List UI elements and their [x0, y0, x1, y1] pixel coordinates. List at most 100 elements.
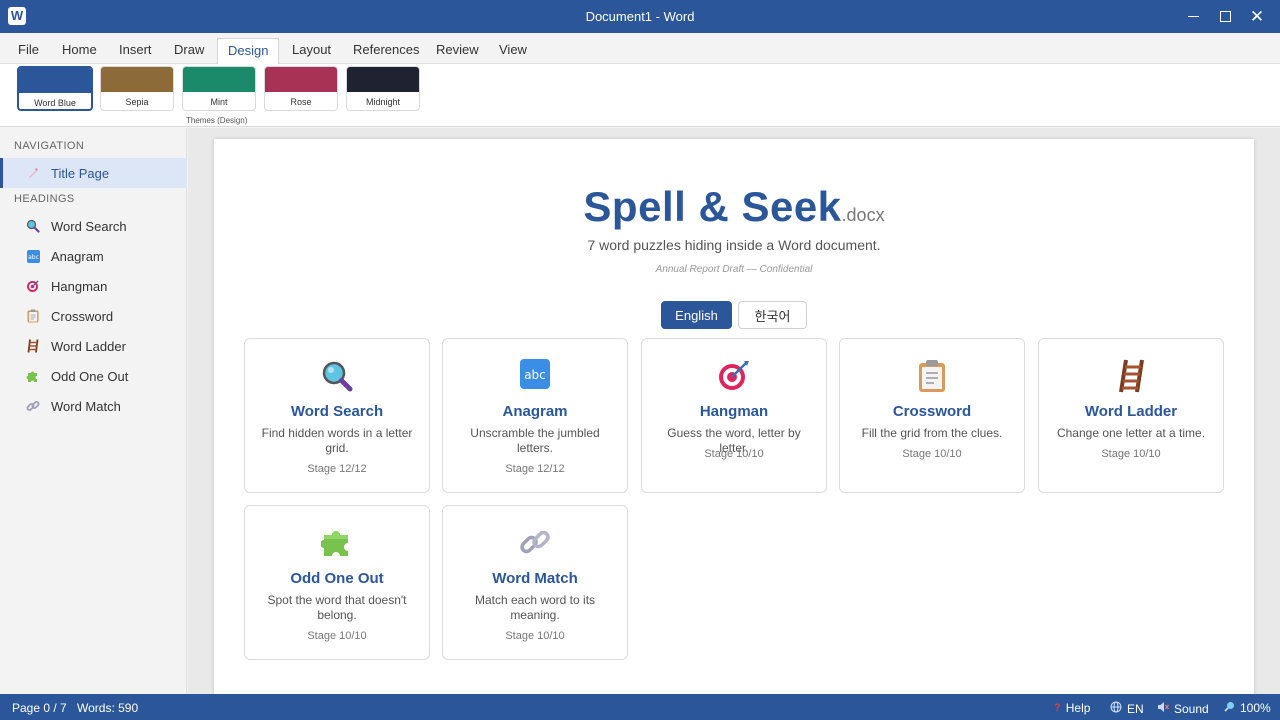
sidebar-item-word-ladder[interactable]: Word Ladder	[0, 331, 187, 361]
clipboard-icon	[26, 309, 40, 323]
minimize-button[interactable]	[1176, 0, 1210, 33]
ribbon: Word Blue Sepia Mint Rose Midnight Theme…	[0, 64, 1280, 127]
card-stage: Stage 10/10	[902, 448, 962, 460]
ladder-icon	[26, 339, 40, 353]
card-title: Anagram	[502, 403, 568, 420]
card-stage: Stage 10/10	[1101, 448, 1161, 460]
title-text: Spell & Seek	[583, 183, 842, 230]
sidebar-item-title-page[interactable]: Title Page	[0, 158, 187, 188]
puzzle-icon	[245, 526, 429, 560]
tab-layout[interactable]: Layout	[282, 38, 341, 64]
card-description: Spot the word that doesn't belong.	[267, 593, 407, 622]
close-icon: ✕	[1249, 7, 1265, 26]
sidebar-item-label: Word Search	[51, 218, 127, 234]
puzzle-card-word-ladder[interactable]: Word Ladder Change one letter at a time.…	[1038, 338, 1224, 493]
document-page: Spell & Seek.docx 7 word puzzles hiding …	[214, 139, 1254, 694]
abc-icon-text: abc	[524, 368, 546, 382]
puzzle-card-word-match[interactable]: Word Match Match each word to its meanin…	[442, 505, 628, 660]
window-title: Document1 - Word	[585, 9, 695, 24]
puzzle-card-word-search[interactable]: Word Search Find hidden words in a lette…	[244, 338, 430, 493]
tab-insert[interactable]: Insert	[109, 38, 162, 64]
language-english-button[interactable]: English	[661, 301, 732, 329]
sidebar-item-word-match[interactable]: Word Match	[0, 391, 187, 421]
ribbon-group-label: Themes (Design)	[186, 116, 248, 125]
document-subtitle: 7 word puzzles hiding inside a Word docu…	[587, 237, 881, 253]
tab-draw[interactable]: Draw	[164, 38, 214, 64]
language-korean-button[interactable]: 한국어	[738, 301, 807, 329]
page-icon	[26, 166, 40, 180]
status-bar: Page 0 / 7 Words: 590 ? Help EN Sound 10…	[0, 694, 1280, 720]
zoom-control[interactable]: 100%	[1224, 701, 1271, 715]
theme-label: Sepia	[125, 97, 149, 107]
card-description: Change one letter at a time.	[1056, 426, 1206, 440]
tab-review[interactable]: Review	[426, 38, 489, 64]
theme-label: Word Blue	[34, 98, 76, 108]
theme-swatch	[101, 67, 173, 92]
clipboard-icon	[840, 359, 1024, 393]
close-button[interactable]: ✕	[1240, 0, 1274, 33]
sidebar-item-crossword[interactable]: Crossword	[0, 301, 187, 331]
globe-icon	[1110, 701, 1122, 716]
card-title: Word Match	[492, 570, 578, 587]
sidebar-item-label: Title Page	[51, 165, 110, 181]
help-button[interactable]: ? Help	[1054, 701, 1090, 715]
card-description: Fill the grid from the clues.	[861, 426, 1003, 440]
card-title: Word Search	[290, 403, 384, 420]
sidebar-item-label: Odd One Out	[51, 368, 129, 384]
tab-file[interactable]: File	[8, 38, 49, 64]
sidebar-item-odd-one-out[interactable]: Odd One Out	[0, 361, 187, 391]
link-icon	[26, 399, 40, 413]
theme-midnight[interactable]: Midnight	[346, 66, 420, 111]
zoom-label: 100%	[1240, 701, 1271, 715]
tab-design[interactable]: Design	[217, 38, 280, 64]
magnifier-icon	[26, 219, 40, 233]
card-stage: Stage 12/12	[505, 463, 565, 475]
theme-sepia[interactable]: Sepia	[100, 66, 174, 111]
tab-home[interactable]: Home	[52, 38, 107, 64]
theme-swatch	[183, 67, 255, 92]
puzzle-card-odd-one-out[interactable]: Odd One Out Spot the word that doesn't b…	[244, 505, 430, 660]
puzzle-card-hangman[interactable]: Hangman Guess the word, letter by letter…	[641, 338, 827, 493]
zoom-icon	[1224, 701, 1235, 715]
ribbon-tabs: File Home Insert Draw Design Layout Refe…	[0, 33, 1280, 64]
sidebar-item-label: Hangman	[51, 278, 108, 294]
minimize-icon	[1187, 16, 1199, 17]
card-stage: Stage 10/10	[307, 630, 367, 642]
tab-references[interactable]: References	[343, 38, 429, 64]
language-button[interactable]: EN	[1110, 701, 1144, 716]
help-label: Help	[1065, 701, 1091, 715]
theme-label: Mint	[210, 97, 228, 107]
puzzle-icon	[26, 369, 40, 383]
theme-label: Midnight	[365, 97, 401, 107]
target-icon	[26, 279, 40, 293]
document-canvas: Spell & Seek.docx 7 word puzzles hiding …	[188, 128, 1280, 694]
theme-word-blue[interactable]: Word Blue	[17, 66, 93, 111]
speaker-icon	[1157, 701, 1169, 716]
page-count: Page 0 / 7	[12, 701, 67, 715]
puzzle-card-anagram[interactable]: abc Anagram Unscramble the jumbled lette…	[442, 338, 628, 493]
tab-view[interactable]: View	[489, 38, 537, 64]
puzzle-card-crossword[interactable]: Crossword Fill the grid from the clues. …	[839, 338, 1025, 493]
navigation-pane: NAVIGATION Title Page HEADINGS Word Sear…	[0, 128, 187, 694]
sidebar-item-anagram[interactable]: abc Anagram	[0, 241, 187, 271]
card-stage: Stage 12/12	[307, 463, 367, 475]
question-icon: ?	[1054, 702, 1061, 714]
sidebar-item-word-search[interactable]: Word Search	[0, 211, 187, 241]
svg-text:abc: abc	[28, 254, 39, 261]
theme-mint[interactable]: Mint	[182, 66, 256, 111]
card-title: Odd One Out	[290, 570, 384, 587]
sound-label: Sound	[1174, 701, 1209, 716]
sound-button[interactable]: Sound	[1157, 701, 1209, 716]
magnifier-icon	[245, 359, 429, 393]
title-bar: W Document1 - Word ✕	[0, 0, 1280, 33]
maximize-button[interactable]	[1208, 0, 1242, 33]
card-title: Crossword	[892, 403, 972, 420]
link-icon	[443, 526, 627, 560]
headings-heading: HEADINGS	[14, 193, 75, 205]
card-description: Unscramble the jumbled letters.	[470, 426, 600, 455]
card-title: Word Ladder	[1084, 403, 1178, 420]
theme-rose[interactable]: Rose	[264, 66, 338, 111]
sidebar-item-hangman[interactable]: Hangman	[0, 271, 187, 301]
ladder-icon	[1039, 359, 1223, 393]
card-title: Hangman	[699, 403, 769, 420]
